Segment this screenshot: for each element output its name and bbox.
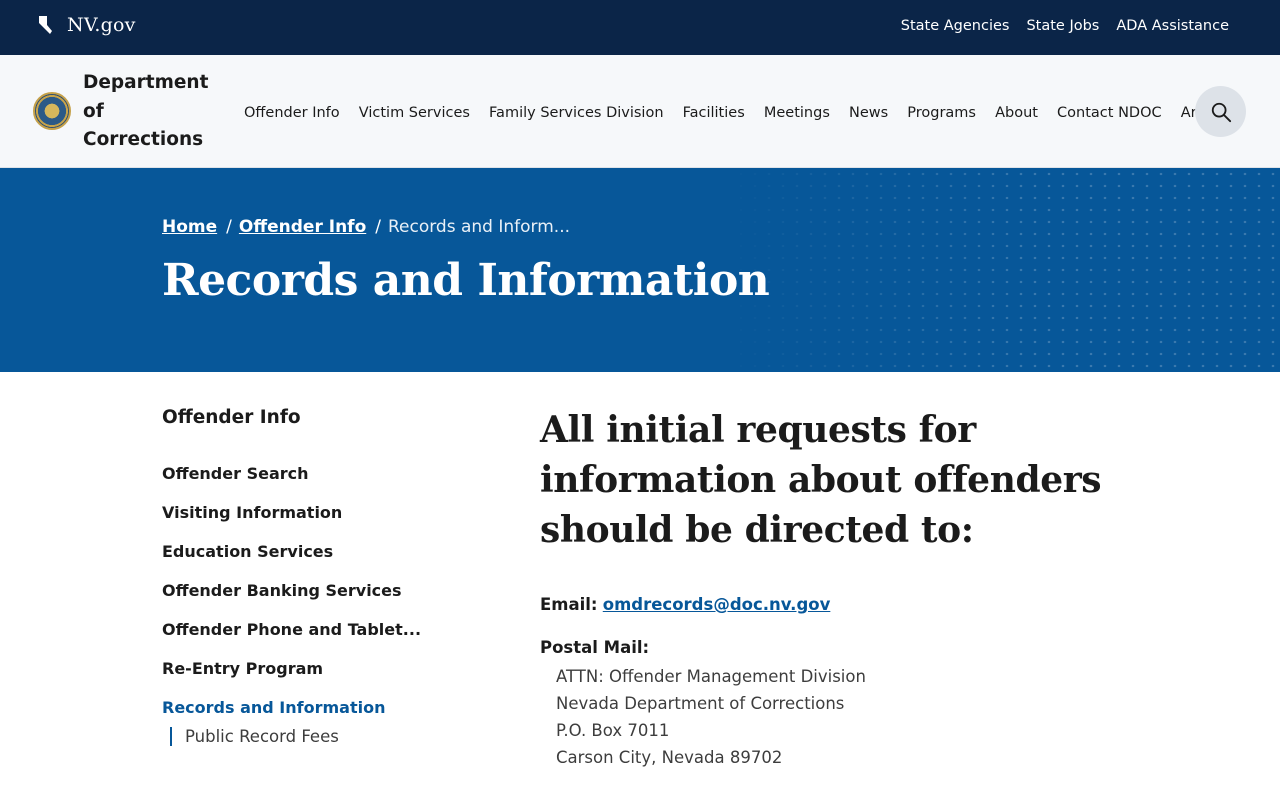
sidebar-heading: Offender Info	[162, 407, 301, 428]
nav-offender-info[interactable]: Offender Info	[244, 105, 340, 121]
hero-dot-pattern	[720, 168, 1280, 372]
nav-facilities[interactable]: Facilities	[683, 105, 745, 121]
sidebar-item-records-and-information[interactable]: Records and Information	[162, 698, 422, 717]
breadcrumb-home[interactable]: Home	[162, 217, 217, 237]
hero-banner: Home / Offender Info / Records and Infor…	[0, 168, 1280, 372]
address-line: P.O. Box 7011	[556, 721, 670, 740]
nv-gov-label: NV.gov	[67, 14, 136, 36]
sidebar-item-offender-phone-and-tablet[interactable]: Offender Phone and Tablet...	[162, 620, 422, 639]
address-line: Carson City, Nevada 89702	[556, 748, 783, 767]
search-icon	[1211, 102, 1231, 122]
site-header: Department of Corrections Offender Info …	[0, 55, 1280, 168]
ada-assistance-link[interactable]: ADA Assistance	[1116, 18, 1229, 34]
nav-about[interactable]: About	[995, 105, 1038, 121]
postal-mail: Postal Mail: ATTN: Offender Management D…	[540, 638, 1200, 771]
breadcrumb-current: Records and Inform...	[387, 217, 571, 237]
breadcrumb: Home / Offender Info / Records and Infor…	[162, 217, 570, 237]
nav-news[interactable]: News	[849, 105, 888, 121]
breadcrumb-offender-info[interactable]: Offender Info	[239, 217, 366, 237]
utility-nav: State Agencies State Jobs ADA Assistance	[901, 18, 1229, 34]
postal-label: Postal Mail:	[540, 638, 650, 657]
email-contact: Email: omdrecords@doc.nv.gov	[540, 595, 1200, 614]
content-heading: All initial requests for information abo…	[540, 409, 1102, 551]
sidebar-item-offender-search[interactable]: Offender Search	[162, 464, 422, 483]
main-content: All initial requests for information abo…	[540, 405, 1200, 771]
nav-victim-services[interactable]: Victim Services	[359, 105, 470, 121]
sidebar-item-visiting-information[interactable]: Visiting Information	[162, 503, 422, 522]
sidebar-subitem: Public Record Fees	[170, 727, 422, 746]
sidebar-nav: Offender Info Offender Search Visiting I…	[162, 407, 422, 766]
nav-contact-ndoc[interactable]: Contact NDOC	[1057, 105, 1162, 121]
state-agencies-link[interactable]: State Agencies	[901, 18, 1010, 34]
nav-programs[interactable]: Programs	[907, 105, 976, 121]
address-line: ATTN: Offender Management Division	[556, 667, 866, 686]
breadcrumb-separator: /	[226, 217, 232, 237]
postal-address: ATTN: Offender Management Division Nevad…	[540, 663, 1200, 771]
sidebar-item-offender-banking-services[interactable]: Offender Banking Services	[162, 581, 422, 600]
nav-family-services-division[interactable]: Family Services Division	[489, 105, 663, 121]
nv-gov-link[interactable]: NV.gov	[38, 14, 136, 36]
state-jobs-link[interactable]: State Jobs	[1026, 18, 1099, 34]
breadcrumb-separator: /	[375, 217, 381, 237]
sidebar-item-re-entry-program[interactable]: Re-Entry Program	[162, 659, 422, 678]
main-nav: Offender Info Victim Services Family Ser…	[244, 102, 1199, 126]
sidebar-item-public-record-fees[interactable]: Public Record Fees	[185, 727, 422, 746]
search-button[interactable]	[1195, 86, 1246, 137]
nevada-state-icon	[39, 16, 52, 34]
sidebar-item-education-services[interactable]: Education Services	[162, 542, 422, 561]
nav-meetings[interactable]: Meetings	[764, 105, 830, 121]
address-line: Nevada Department of Corrections	[556, 694, 845, 713]
top-utility-bar: NV.gov State Agencies State Jobs ADA Ass…	[0, 0, 1280, 55]
department-seal-logo[interactable]	[33, 92, 71, 130]
department-name[interactable]: Department of Corrections	[83, 69, 213, 155]
page-title: Records and Information	[162, 255, 770, 306]
email-label: Email:	[540, 595, 598, 614]
email-link[interactable]: omdrecords@doc.nv.gov	[603, 595, 831, 614]
